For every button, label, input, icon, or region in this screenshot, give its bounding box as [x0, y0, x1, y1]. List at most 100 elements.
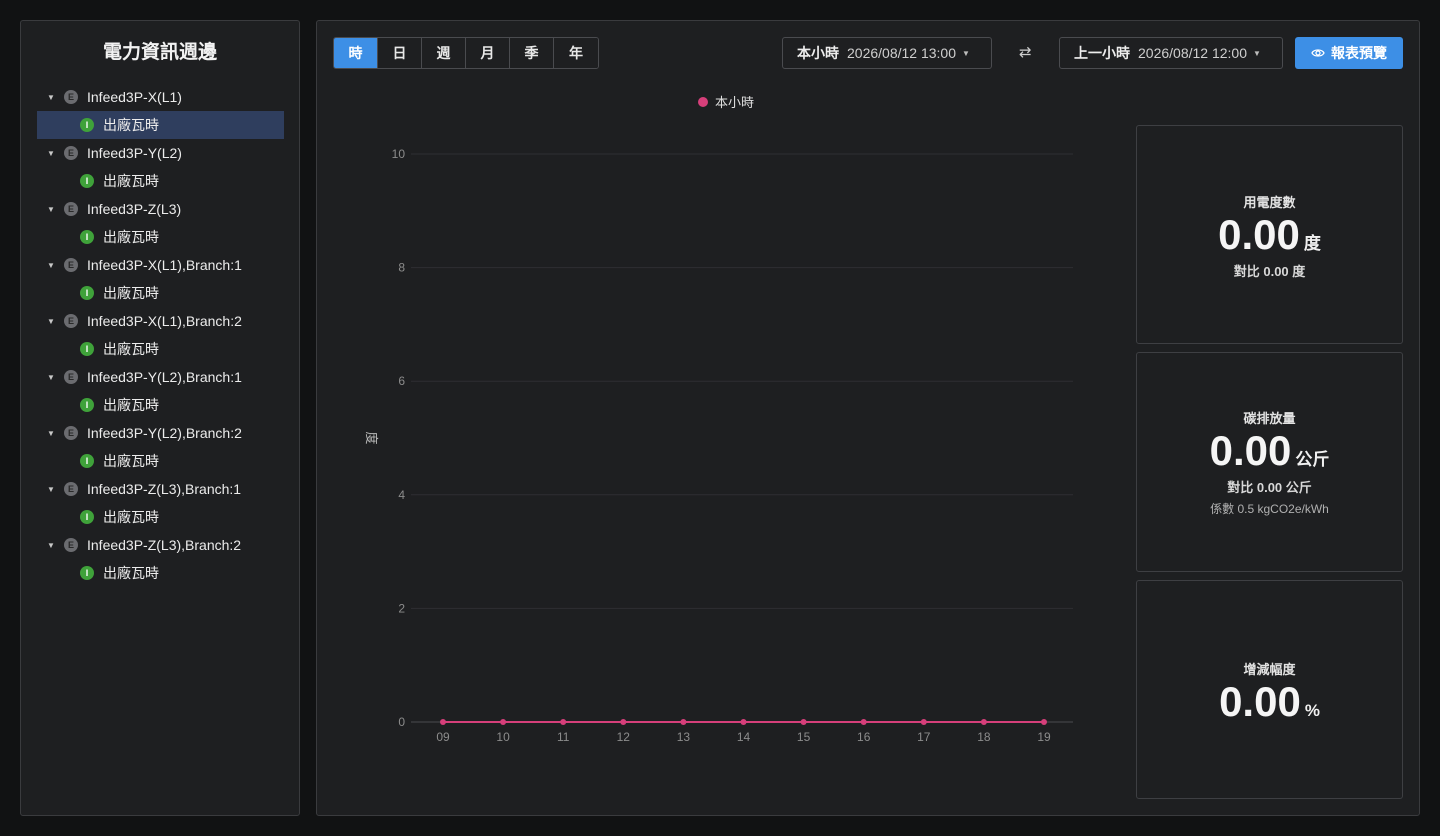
period-tab[interactable]: 年: [554, 38, 598, 68]
entity-badge-icon: E: [64, 370, 78, 384]
tree-leaf[interactable]: I 出廠瓦時: [37, 335, 284, 363]
change-card: 增減幅度 0.00%: [1136, 580, 1403, 799]
period-tab[interactable]: 日: [378, 38, 422, 68]
data-point: [980, 719, 987, 725]
data-point: [1041, 719, 1047, 725]
item-badge-icon: I: [80, 454, 94, 468]
period-tab[interactable]: 週: [422, 38, 466, 68]
y-tick-label: 0: [398, 715, 405, 729]
entity-badge-icon: E: [64, 146, 78, 160]
tree-leaf[interactable]: I 出廠瓦時: [37, 391, 284, 419]
y-axis-label: 度: [364, 431, 379, 444]
x-tick-label: 14: [737, 730, 751, 744]
tree-leaf[interactable]: I 出廠瓦時: [37, 559, 284, 587]
entity-badge-icon: E: [64, 258, 78, 272]
usage-compare: 對比 0.00 度: [1233, 264, 1306, 279]
item-badge-icon: I: [80, 398, 94, 412]
caret-down-icon: ▼: [1253, 48, 1261, 58]
caret-down-icon[interactable]: ▼: [47, 541, 56, 550]
data-point: [620, 719, 627, 725]
tree-node-label: Infeed3P-Z(L3),Branch:1: [87, 481, 242, 497]
tree-leaf[interactable]: I 出廠瓦時: [37, 279, 284, 307]
tree-node-label: Infeed3P-Y(L2): [87, 145, 182, 161]
tree-node-label: Infeed3P-X(L1): [87, 89, 182, 105]
chart-legend[interactable]: 本小時: [698, 92, 754, 111]
previous-period-picker[interactable]: 上一小時 2026/08/12 12:00 ▼: [1059, 37, 1283, 69]
tree-leaf-label: 出廠瓦時: [103, 509, 159, 525]
caret-down-icon[interactable]: ▼: [47, 261, 56, 270]
y-tick-label: 4: [398, 488, 405, 502]
y-tick-label: 6: [398, 374, 405, 388]
data-point: [920, 719, 927, 725]
tree-leaf-label: 出廠瓦時: [103, 229, 159, 245]
tree-leaf[interactable]: I 出廠瓦時: [37, 223, 284, 251]
tree-node-label: Infeed3P-Z(L3): [87, 201, 182, 217]
tree-node-label: Infeed3P-Y(L2),Branch:1: [87, 369, 242, 385]
caret-down-icon[interactable]: ▼: [47, 429, 56, 438]
swap-icon[interactable]: ⇄: [1019, 43, 1032, 61]
x-tick-label: 18: [977, 730, 991, 744]
carbon-label: 碳排放量: [1243, 411, 1296, 426]
tree-leaf-label: 出廠瓦時: [103, 173, 159, 189]
tree-leaf[interactable]: I 出廠瓦時: [37, 111, 284, 139]
caret-down-icon[interactable]: ▼: [47, 93, 56, 102]
data-point: [680, 719, 687, 725]
tree-leaf[interactable]: I 出廠瓦時: [37, 503, 284, 531]
caret-down-icon[interactable]: ▼: [47, 373, 56, 382]
tree-node[interactable]: ▼ E Infeed3P-X(L1): [37, 83, 284, 111]
usage-label: 用電度數: [1243, 195, 1296, 210]
carbon-coefficient: 係數 0.5 kgCO2e/kWh: [1210, 502, 1329, 516]
usage-line-chart: 0 2 4 6 8 10 09 10 11 12 13 14 15 16 17 18 19 度: [364, 147, 1073, 744]
tree-node[interactable]: ▼ E Infeed3P-X(L1),Branch:2: [37, 307, 284, 335]
current-period-value: 2026/08/12 13:00: [847, 45, 956, 61]
caret-down-icon[interactable]: ▼: [47, 149, 56, 158]
x-tick-label: 16: [857, 730, 871, 744]
x-tick-label: 09: [436, 730, 450, 744]
usage-value: 0.00: [1218, 211, 1300, 258]
x-tick-label: 17: [917, 730, 931, 744]
caret-down-icon[interactable]: ▼: [47, 205, 56, 214]
item-badge-icon: I: [80, 174, 94, 188]
legend-dot: [698, 96, 708, 107]
caret-down-icon[interactable]: ▼: [47, 485, 56, 494]
tree-node[interactable]: ▼ E Infeed3P-Z(L3): [37, 195, 284, 223]
x-tick-label: 13: [677, 730, 691, 744]
tree-leaf-label: 出廠瓦時: [103, 397, 159, 413]
tree-leaf[interactable]: I 出廠瓦時: [37, 447, 284, 475]
carbon-value: 0.00: [1209, 427, 1292, 474]
tree-node[interactable]: ▼ E Infeed3P-Z(L3),Branch:1: [37, 475, 284, 503]
current-period-picker[interactable]: 本小時 2026/08/12 13:00 ▼: [782, 37, 992, 69]
change-label: 增減幅度: [1243, 662, 1296, 677]
x-tick-label: 19: [1037, 730, 1051, 744]
entity-badge-icon: E: [64, 202, 78, 216]
previous-period-label: 上一小時: [1074, 45, 1130, 61]
device-tree-panel: 電力資訊週邊 ▼ E Infeed3P-X(L1) I 出廠瓦時 ▼ E Infeed3P-Y…: [20, 20, 300, 816]
usage-card: 用電度數 0.00 度 對比 0.00 度: [1136, 125, 1403, 344]
period-selector: 時日週月季年: [333, 37, 599, 69]
report-preview-button[interactable]: 報表預覽: [1295, 37, 1403, 69]
tree-node[interactable]: ▼ E Infeed3P-Y(L2): [37, 139, 284, 167]
item-badge-icon: I: [80, 286, 94, 300]
tree-node[interactable]: ▼ E Infeed3P-Z(L3),Branch:2: [37, 531, 284, 559]
period-tab[interactable]: 月: [466, 38, 510, 68]
x-tick-label: 10: [496, 730, 510, 744]
item-badge-icon: I: [80, 230, 94, 244]
change-value: 0.00: [1219, 678, 1301, 725]
period-tab[interactable]: 時: [334, 38, 378, 68]
tree-node-label: Infeed3P-X(L1),Branch:1: [87, 257, 242, 273]
entity-badge-icon: E: [64, 538, 78, 552]
caret-down-icon[interactable]: ▼: [47, 317, 56, 326]
carbon-unit: 公斤: [1295, 450, 1330, 469]
period-tab[interactable]: 季: [510, 38, 554, 68]
tree-leaf-label: 出廠瓦時: [103, 285, 159, 301]
report-preview-label: 報表預覽: [1331, 45, 1387, 61]
change-unit: %: [1304, 701, 1320, 720]
tree-node[interactable]: ▼ E Infeed3P-Y(L2),Branch:2: [37, 419, 284, 447]
item-badge-icon: I: [80, 510, 94, 524]
entity-badge-icon: E: [64, 90, 78, 104]
tree-node[interactable]: ▼ E Infeed3P-X(L1),Branch:1: [37, 251, 284, 279]
tree-node[interactable]: ▼ E Infeed3P-Y(L2),Branch:1: [37, 363, 284, 391]
current-period-label: 本小時: [797, 45, 839, 61]
entity-badge-icon: E: [64, 426, 78, 440]
tree-leaf[interactable]: I 出廠瓦時: [37, 167, 284, 195]
